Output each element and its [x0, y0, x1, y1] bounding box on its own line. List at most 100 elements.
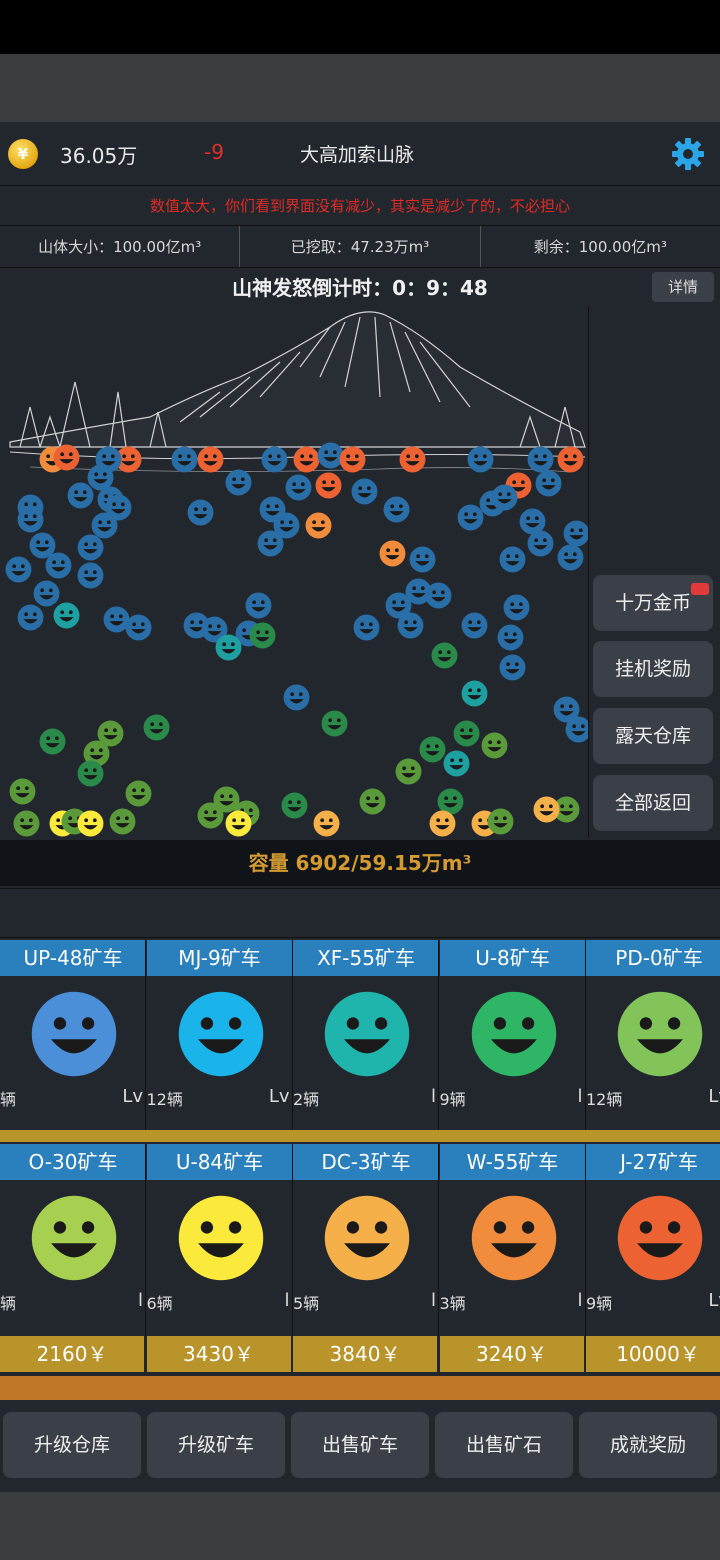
mining-cart-icon — [215, 634, 242, 661]
mining-cart-icon — [481, 732, 508, 759]
mining-cart-icon — [359, 788, 386, 815]
mining-cart-icon — [503, 594, 530, 621]
cart-price-1[interactable]: 3430￥ — [146, 1336, 293, 1372]
cart-smiley-icon — [323, 1194, 411, 1282]
mining-cart-icon — [109, 808, 136, 835]
cart-name: PD-0矿车 — [586, 940, 720, 976]
mining-cart-icon — [17, 604, 44, 631]
mining-cart-icon — [519, 508, 546, 535]
mining-cart-icon — [197, 446, 224, 473]
row2-cart-card-0[interactable]: O-30矿车 辆 l — [0, 1144, 146, 1344]
cart-count: 9辆 — [439, 1090, 466, 1109]
cart-count: 2辆 — [293, 1090, 320, 1109]
mining-cart-icon — [33, 580, 60, 607]
mountain-illustration — [9, 311, 586, 473]
hundred-thousand-coins-button[interactable]: 十万金币 — [593, 575, 713, 631]
mining-cart-icon — [425, 582, 452, 609]
mountain-size: 山体大小：100.00亿m³ — [0, 226, 241, 267]
cart-count: 6辆 — [146, 1294, 173, 1313]
empty-row — [0, 888, 720, 938]
screen: ¥ 36.05万 -9 大高加索山脉 数值太大，你们看到界面没有减少，其实是减少… — [0, 0, 720, 1560]
sell-ore-button[interactable]: 出售矿石 — [435, 1412, 573, 1478]
mine-field — [0, 307, 592, 837]
mining-cart-icon — [461, 612, 488, 639]
row2-cart-card-4[interactable]: J-27矿车 9辆 Lv — [586, 1144, 720, 1344]
mining-cart-icon — [39, 728, 66, 755]
side-btn-label-0: 十万金币 — [614, 592, 691, 614]
cart-count: 12辆 — [586, 1090, 623, 1109]
mining-cart-icon — [313, 810, 340, 837]
coin-icon: ¥ — [8, 139, 38, 169]
mining-cart-icon — [257, 530, 284, 557]
cart-name: U-8矿车 — [439, 940, 585, 976]
row2-cart-card-3[interactable]: W-55矿车 3辆 l — [439, 1144, 586, 1344]
mining-cart-icon — [437, 788, 464, 815]
mining-cart-icon — [53, 602, 80, 629]
cart-level: Lv — [708, 1086, 720, 1107]
mining-cart-icon — [315, 472, 342, 499]
mining-cart-icon — [77, 760, 104, 787]
nav-bar-area — [0, 1492, 720, 1560]
return-all-button[interactable]: 全部返回 — [593, 775, 713, 831]
mining-cart-icon — [499, 546, 526, 573]
cart-name: U-84矿车 — [146, 1144, 292, 1180]
cart-name: UP-48矿车 — [0, 940, 145, 976]
cart-smiley-icon — [30, 1194, 118, 1282]
cart-smiley-icon — [30, 990, 118, 1078]
mining-cart-icon — [77, 562, 104, 589]
row1-cart-card-3[interactable]: U-8矿车 9辆 l — [439, 940, 586, 1140]
upgrade-cart-button[interactable]: 升级矿车 — [147, 1412, 285, 1478]
remaining-amount: 剩余：100.00亿m³ — [533, 238, 667, 256]
cart-name: O-30矿车 — [0, 1144, 145, 1180]
cart-count: 3辆 — [439, 1294, 466, 1313]
cart-smiley-icon — [177, 1194, 265, 1282]
cart-price-4[interactable]: 10000￥ — [586, 1336, 720, 1372]
mining-cart-icon — [379, 540, 406, 567]
top-bar: ¥ 36.05万 -9 大高加索山脉 — [0, 122, 720, 186]
mining-cart-icon — [225, 469, 252, 496]
upgrade-warehouse-button[interactable]: 升级仓库 — [3, 1412, 141, 1478]
mining-cart-icon — [397, 612, 424, 639]
cart-price-3[interactable]: 3240￥ — [439, 1336, 586, 1372]
row2-price-bar: 2160￥ 3430￥ 3840￥ 3240￥ 10000￥ — [0, 1336, 720, 1372]
row1-cart-card-2[interactable]: XF-55矿车 2辆 l — [293, 940, 439, 1140]
row1-cart-card-1[interactable]: MJ-9矿车 12辆 Lv — [146, 940, 293, 1140]
cart-count: 9辆 — [586, 1294, 613, 1313]
open-warehouse-button[interactable]: 露天仓库 — [593, 708, 713, 764]
mining-cart-icon — [383, 496, 410, 523]
mining-cart-icon — [283, 684, 310, 711]
money-amount: 36.05万 — [60, 144, 138, 168]
cart-smiley-icon — [470, 990, 558, 1078]
cart-count: 5辆 — [293, 1294, 320, 1313]
mining-cart-icon — [527, 446, 554, 473]
mining-cart-icon — [53, 444, 80, 471]
game-app: ¥ 36.05万 -9 大高加索山脉 数值太大，你们看到界面没有减少，其实是减少… — [0, 122, 720, 1492]
row2-cart-card-1[interactable]: U-84矿车 6辆 l — [146, 1144, 293, 1344]
mining-cart-icon — [443, 750, 470, 777]
mining-cart-icon — [461, 680, 488, 707]
row1-cart-card-0[interactable]: UP-48矿车 辆 Lv — [0, 940, 146, 1140]
mountain-title: 大高加索山脉 — [300, 144, 415, 166]
cart-price-2[interactable]: 3840￥ — [293, 1336, 439, 1372]
cart-price-0[interactable]: 2160￥ — [0, 1336, 146, 1372]
cart-name: DC-3矿车 — [293, 1144, 438, 1180]
cart-level: Lv — [122, 1086, 143, 1107]
sell-cart-button[interactable]: 出售矿车 — [291, 1412, 429, 1478]
cart-grid: UP-48矿车 辆 Lv MJ-9矿车 12辆 Lv XF-55矿车 2辆 l … — [0, 940, 720, 1400]
mining-cart-icon — [245, 592, 272, 619]
cart-smiley-icon — [616, 990, 704, 1078]
mining-cart-icon — [321, 710, 348, 737]
detail-button[interactable]: 详情 — [652, 272, 714, 302]
row1-cart-card-4[interactable]: PD-0矿车 12辆 Lv — [586, 940, 720, 1140]
side-panel: 十万金币 挂机奖励 露天仓库 全部返回 — [588, 307, 720, 837]
achievement-reward-button[interactable]: 成就奖励 — [579, 1412, 717, 1478]
mining-cart-icon — [429, 810, 456, 837]
mining-cart-icon — [67, 482, 94, 509]
mining-cart-icon — [13, 810, 40, 837]
mining-cart-icon — [225, 810, 252, 837]
idle-reward-button[interactable]: 挂机奖励 — [593, 641, 713, 697]
gear-icon[interactable] — [670, 136, 706, 172]
mining-cart-icon — [497, 624, 524, 651]
cart-name: J-27矿车 — [586, 1144, 720, 1180]
row2-cart-card-2[interactable]: DC-3矿车 5辆 l — [293, 1144, 439, 1344]
